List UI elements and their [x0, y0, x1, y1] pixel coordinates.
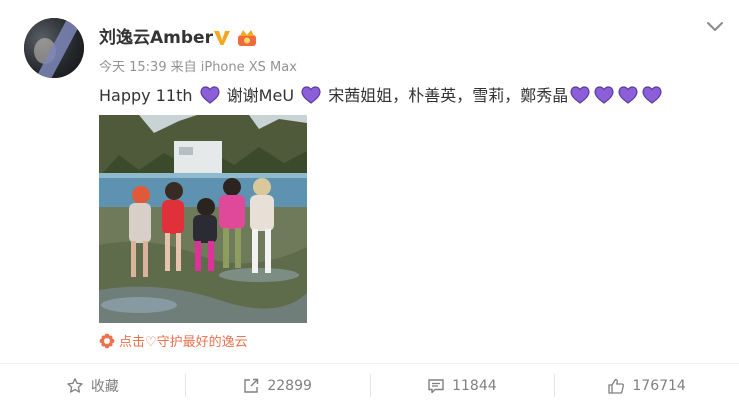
- comment-icon: [428, 378, 444, 393]
- post-text: Happy 11th 谢谢MeU 宋茜姐姐，朴善英，雪莉，鄭秀晶: [99, 84, 664, 108]
- post-text-part2: 谢谢MeU: [226, 86, 295, 105]
- guard-tip-text: 点击♡守护最好的逸云: [119, 335, 248, 350]
- group-photo-image: [99, 115, 307, 323]
- repost-button[interactable]: 22899: [184, 364, 370, 407]
- guard-tip-link[interactable]: 点击♡守护最好的逸云: [99, 333, 248, 352]
- comment-count: 11844: [452, 377, 497, 394]
- post-text-part1: Happy 11th: [99, 86, 193, 105]
- comment-button[interactable]: 11844: [369, 364, 555, 407]
- star-icon: [67, 377, 83, 393]
- action-bar: 收藏 22899 11844 176714: [0, 364, 739, 407]
- purple-heart-icon: [642, 86, 662, 104]
- vip-crown-icon[interactable]: [236, 28, 258, 48]
- post-photo[interactable]: [99, 115, 307, 323]
- chevron-down-icon[interactable]: [704, 18, 726, 36]
- post-meta: 今天 15:39 来自 iPhone XS Max: [99, 60, 297, 76]
- purple-heart-icon: [199, 86, 220, 104]
- weibo-post-card: 刘逸云Amber 今天 15:39 来自 iPhone XS Max Happy …: [0, 0, 739, 407]
- purple-heart-icon: [301, 86, 321, 104]
- like-count: 176714: [632, 377, 686, 394]
- purple-heart-icon: [594, 86, 614, 104]
- post-text-part3: 宋茜姐姐，朴善英，雪莉，鄭秀晶: [328, 86, 569, 105]
- username[interactable]: 刘逸云Amber: [99, 27, 213, 49]
- favorite-button[interactable]: 收藏: [0, 364, 185, 407]
- flower-icon: [99, 333, 115, 349]
- user-avatar[interactable]: [24, 18, 84, 78]
- repost-icon: [244, 378, 259, 393]
- post-time[interactable]: 今天 15:39: [99, 60, 167, 75]
- verified-v-icon: [214, 31, 230, 45]
- repost-count: 22899: [267, 377, 312, 394]
- thumbs-up-icon: [608, 378, 625, 394]
- like-button[interactable]: 176714: [554, 364, 739, 407]
- post-source: 来自 iPhone XS Max: [170, 60, 297, 75]
- purple-heart-icon: [618, 86, 638, 104]
- favorite-label: 收藏: [90, 378, 119, 395]
- purple-heart-icon: [570, 86, 590, 104]
